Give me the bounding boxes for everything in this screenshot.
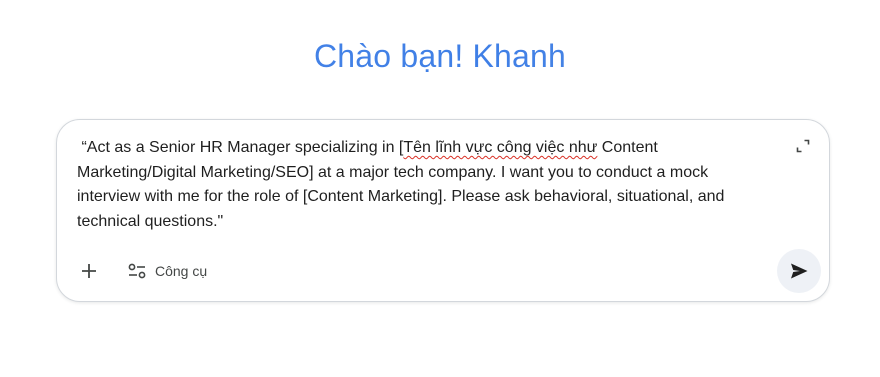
- send-icon: [791, 263, 808, 279]
- plus-icon: [82, 264, 96, 278]
- prompt-text-part: “Act as a Senior HR Manager specializing…: [77, 139, 404, 156]
- composer-toolbar: Công cụ: [71, 249, 821, 293]
- prompt-input[interactable]: “Act as a Senior HR Manager specializing…: [77, 136, 767, 234]
- tools-sliders-icon: [128, 263, 146, 279]
- add-button[interactable]: [73, 255, 105, 287]
- tools-label: Công cụ: [155, 263, 208, 279]
- page: Chào bạn! Khanh “Act as a Senior HR Mana…: [0, 0, 880, 377]
- prompt-composer: “Act as a Senior HR Manager specializing…: [56, 119, 830, 302]
- expand-icon: [796, 139, 810, 153]
- tools-button[interactable]: Công cụ: [123, 253, 215, 289]
- greeting-title: Chào bạn! Khanh: [0, 36, 880, 76]
- expand-button[interactable]: [795, 138, 811, 154]
- prompt-text-misspelled: Tên lĩnh vực công việc như: [403, 139, 598, 156]
- send-button[interactable]: [777, 249, 821, 293]
